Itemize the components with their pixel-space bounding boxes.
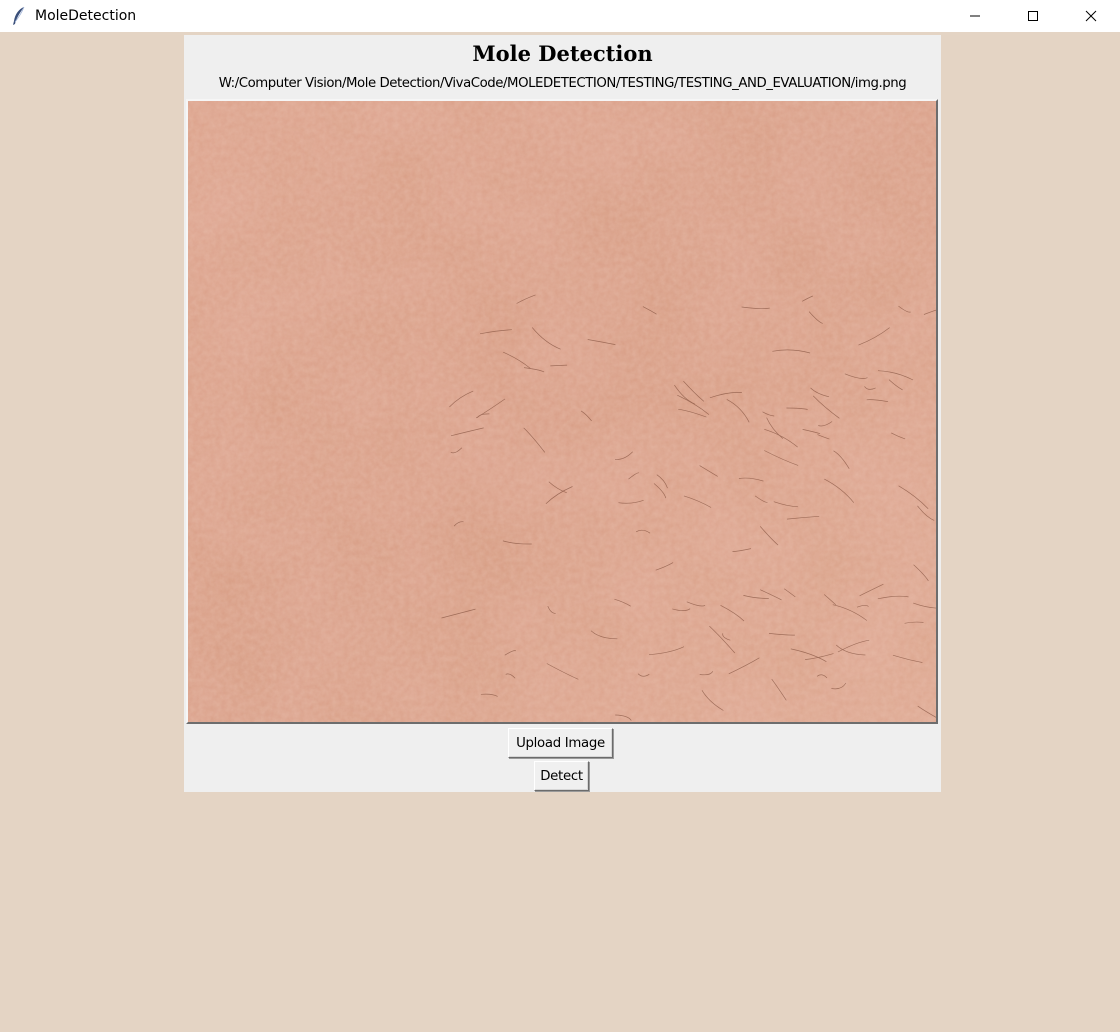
image-preview — [186, 99, 938, 724]
window-controls — [946, 0, 1120, 32]
minimize-button[interactable] — [946, 0, 1004, 32]
window-title: MoleDetection — [35, 8, 137, 24]
close-button[interactable] — [1062, 0, 1120, 32]
file-path-label: W:/Computer Vision/Mole Detection/VivaCo… — [218, 76, 907, 91]
skin-image — [188, 101, 936, 722]
title-bar[interactable]: MoleDetection — [0, 0, 1120, 32]
maximize-icon — [1028, 11, 1038, 21]
app-heading: Mole Detection — [472, 41, 653, 66]
app-window-body: Mole Detection W:/Computer Vision/Mole D… — [0, 32, 1120, 1032]
minimize-icon — [970, 15, 980, 17]
detect-button[interactable]: Detect — [534, 761, 589, 791]
main-panel: Mole Detection W:/Computer Vision/Mole D… — [184, 35, 941, 792]
maximize-button[interactable] — [1004, 0, 1062, 32]
upload-image-button[interactable]: Upload Image — [508, 728, 613, 758]
close-icon — [1085, 10, 1097, 22]
feather-icon — [9, 6, 29, 26]
